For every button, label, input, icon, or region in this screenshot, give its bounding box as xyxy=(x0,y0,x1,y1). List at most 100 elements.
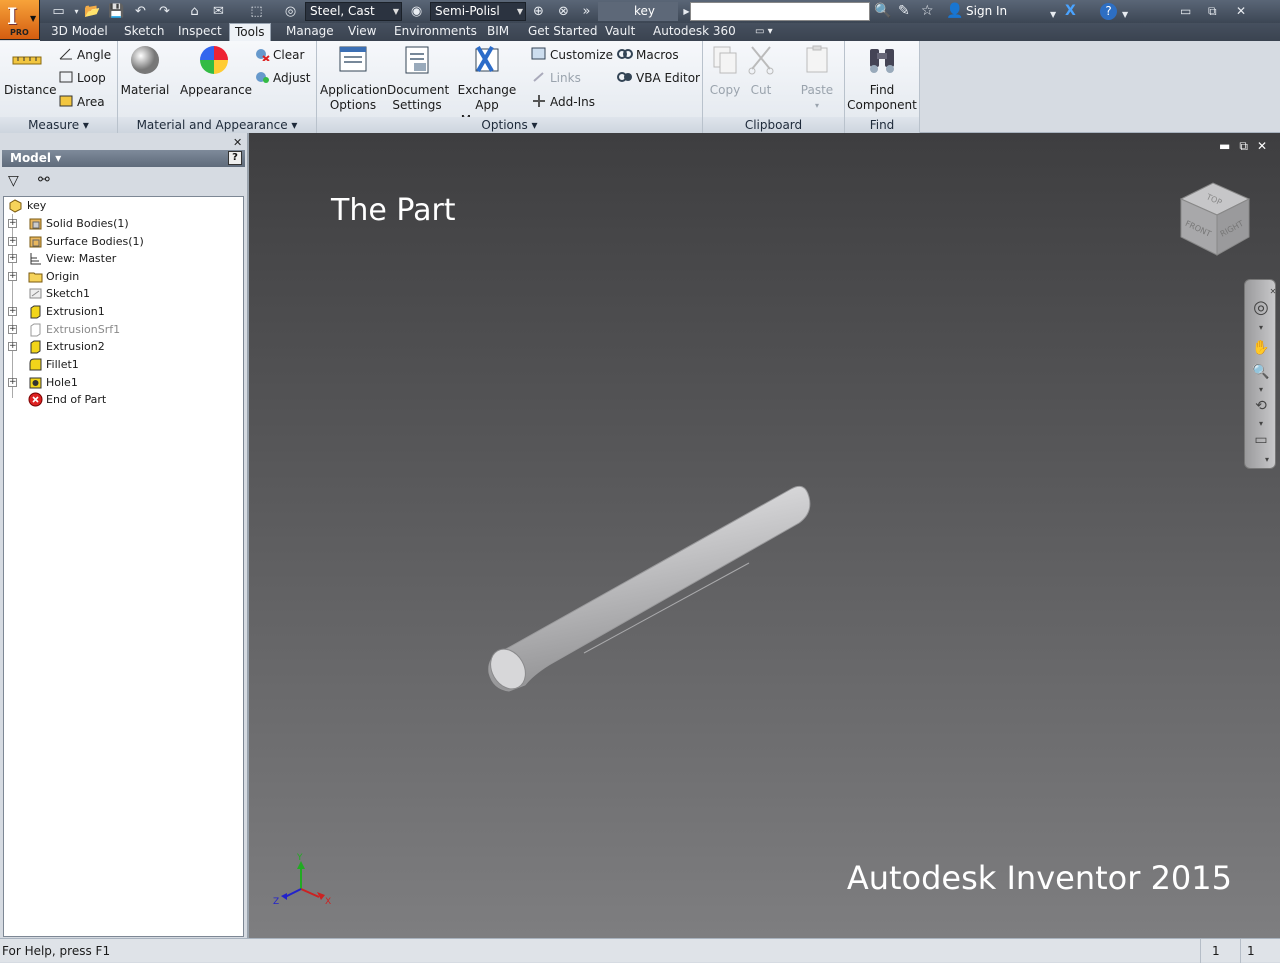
search-input[interactable] xyxy=(690,2,870,21)
appearance-button[interactable]: Appearance xyxy=(180,43,252,98)
options-panel-title[interactable]: Options ▾ xyxy=(317,117,702,133)
minimize-icon[interactable]: ▭ xyxy=(1180,3,1191,20)
update-icon[interactable]: ✉ xyxy=(210,3,227,20)
appearance-combo[interactable]: Semi-Polisl ▼ xyxy=(430,2,526,21)
steering-wheel-icon[interactable]: ◎ xyxy=(1251,298,1271,318)
tab-autodesk-360[interactable]: Autodesk 360 xyxy=(648,23,741,41)
part-model[interactable] xyxy=(449,453,849,713)
macros-button[interactable]: Macros xyxy=(617,47,679,63)
chevron-down-icon[interactable]: ▾ xyxy=(1251,318,1271,338)
measure-panel-title[interactable]: Measure ▾ xyxy=(0,117,117,133)
cut-button[interactable]: Cut xyxy=(743,43,779,98)
material-appearance-panel-title[interactable]: Material and Appearance ▾ xyxy=(118,117,316,133)
search-icon[interactable]: 🔍 xyxy=(874,3,891,20)
expand-icon[interactable]: + xyxy=(8,254,17,263)
copy-button[interactable]: Copy xyxy=(705,43,745,98)
tab-environments[interactable]: Environments xyxy=(389,23,482,41)
orbit-icon[interactable]: ⟲ xyxy=(1251,396,1271,416)
tree-node-end-of-part[interactable]: End of Part xyxy=(4,391,234,408)
material-button[interactable]: Material xyxy=(120,43,170,98)
tree-node-extrusion1[interactable]: + Extrusion1 xyxy=(4,303,234,320)
sign-in-link[interactable]: Sign In xyxy=(966,4,1007,18)
distance-button[interactable]: Distance xyxy=(4,43,56,98)
angle-button[interactable]: Angle xyxy=(58,47,111,63)
expand-icon[interactable]: + xyxy=(8,378,17,387)
tree-node-surface-bodies[interactable]: + Surface Bodies(1) xyxy=(4,233,234,250)
redo-icon[interactable]: ↷ xyxy=(156,3,173,20)
select-icon[interactable]: ⬚ xyxy=(248,3,265,20)
expand-icon[interactable]: + xyxy=(8,219,17,228)
new-icon[interactable]: ▭ xyxy=(50,3,67,20)
restore-icon[interactable]: ⧉ xyxy=(1208,3,1217,20)
customize-button[interactable]: Customize xyxy=(531,47,613,63)
paste-dropdown-icon[interactable]: ▾ xyxy=(795,98,839,113)
help-icon[interactable]: ? xyxy=(1100,3,1117,20)
document-settings-button[interactable]: Document Settings xyxy=(387,43,449,113)
tab-get-started[interactable]: Get Started xyxy=(523,23,603,41)
exchange-app-manager-button[interactable]: Exchange App Manager xyxy=(449,43,525,128)
expand-icon[interactable]: + xyxy=(8,342,17,351)
restore-icon[interactable]: ⧉ xyxy=(1239,139,1257,153)
expand-icon[interactable]: + xyxy=(8,307,17,316)
clear-button[interactable]: Clear xyxy=(254,47,304,63)
browser-header[interactable]: Model ▾ ? xyxy=(2,150,245,167)
tree-node-view-master[interactable]: + View: Master xyxy=(4,250,234,267)
tab-bim[interactable]: BIM xyxy=(482,23,514,41)
tab-vault[interactable]: Vault xyxy=(600,23,640,41)
adjust-button[interactable]: Adjust xyxy=(254,70,311,86)
tree-node-origin[interactable]: + Origin xyxy=(4,268,234,285)
new-dropdown-icon[interactable]: ▾ xyxy=(68,3,85,20)
subscription-icon[interactable]: ✎ xyxy=(898,3,910,20)
tab-tools[interactable]: Tools xyxy=(229,23,271,41)
close-icon[interactable]: ✕ xyxy=(1236,3,1246,20)
customize-icon[interactable]: ▾ xyxy=(1257,450,1277,470)
tab-3d-model[interactable]: 3D Model xyxy=(46,23,113,41)
overflow-icon[interactable]: » xyxy=(578,3,595,20)
viewcube[interactable]: TOP FRONT RIGHT xyxy=(1169,175,1259,265)
look-at-icon[interactable]: ▭ xyxy=(1251,430,1271,450)
material-combo[interactable]: Steel, Cast ▼ xyxy=(305,2,402,21)
expand-icon[interactable]: + xyxy=(8,272,17,281)
save-icon[interactable]: 💾 xyxy=(108,3,125,20)
zoom-icon[interactable]: 🔍 xyxy=(1251,362,1271,382)
tab-inspect[interactable]: Inspect xyxy=(173,23,227,41)
sign-in-dropdown-icon[interactable]: ▼ xyxy=(1050,6,1056,23)
tab-manage[interactable]: Manage xyxy=(281,23,339,41)
document-tab[interactable]: key xyxy=(598,2,678,21)
help-icon[interactable]: ? xyxy=(228,151,242,165)
close-icon[interactable]: ✕ xyxy=(1257,139,1276,153)
open-icon[interactable]: 📂 xyxy=(84,3,101,20)
expand-icon[interactable]: + xyxy=(8,237,17,246)
tab-overflow-icon[interactable]: ▭ ▾ xyxy=(750,23,778,41)
undo-icon[interactable]: ↶ xyxy=(132,3,149,20)
adjust-appearance-icon[interactable]: ⊕ xyxy=(530,3,547,20)
tree-node-fillet1[interactable]: Fillet1 xyxy=(4,356,234,373)
close-icon[interactable]: ✕ xyxy=(233,136,242,149)
tree-node-solid-bodies[interactable]: + Solid Bodies(1) xyxy=(4,215,234,232)
area-button[interactable]: Area xyxy=(58,94,105,110)
minimize-icon[interactable]: ▬ xyxy=(1219,139,1239,153)
application-button[interactable]: I PRO ▼ xyxy=(0,0,40,40)
exchange-icon[interactable]: X xyxy=(1065,3,1076,20)
star-icon[interactable]: ☆ xyxy=(921,3,934,20)
paste-button[interactable]: Paste ▾ xyxy=(795,43,839,113)
clear-appearance-icon[interactable]: ⊗ xyxy=(555,3,572,20)
vba-editor-button[interactable]: VBA Editor xyxy=(617,70,700,86)
tab-view[interactable]: View xyxy=(343,23,381,41)
help-dropdown-icon[interactable]: ▼ xyxy=(1122,6,1128,23)
tree-node-extrusion2[interactable]: + Extrusion2 xyxy=(4,338,234,355)
loop-button[interactable]: Loop xyxy=(58,70,106,86)
links-button[interactable]: Links xyxy=(531,70,581,86)
pan-icon[interactable]: ✋ xyxy=(1251,338,1271,358)
tree-node-hole1[interactable]: + Hole1 xyxy=(4,374,234,391)
find-component-button[interactable]: Find Component xyxy=(847,43,917,113)
add-ins-button[interactable]: Add-Ins xyxy=(531,94,595,110)
expand-icon[interactable]: + xyxy=(8,325,17,334)
tab-sketch[interactable]: Sketch xyxy=(119,23,169,41)
application-options-button[interactable]: Application Options xyxy=(320,43,387,113)
home-icon[interactable]: ⌂ xyxy=(186,3,203,20)
tree-node-extrusion-srf1[interactable]: + ExtrusionSrf1 xyxy=(4,321,234,338)
filter-icon[interactable]: ▽ xyxy=(8,173,19,189)
graphics-viewport[interactable]: The Part ▬⧉✕ TOP FRONT RIGHT ✕ ◎ ▾ ✋ 🔍 ▾… xyxy=(247,133,1280,938)
binoculars-icon[interactable]: ⚯ xyxy=(38,172,50,188)
